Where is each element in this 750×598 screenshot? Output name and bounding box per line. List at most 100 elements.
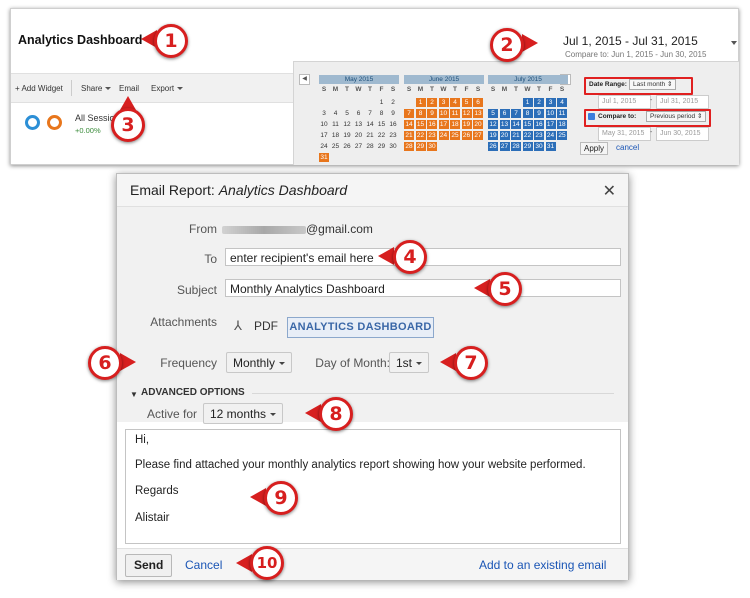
apply-button[interactable]: Apply (580, 142, 609, 155)
calendar-day[interactable]: 15 (377, 120, 387, 129)
calendar-day[interactable]: 19 (461, 120, 472, 129)
calendar-day[interactable]: 27 (499, 142, 510, 151)
calendar-day[interactable]: 3 (319, 109, 329, 118)
calendar-day[interactable]: 17 (545, 120, 556, 129)
calendar-day[interactable]: 25 (557, 131, 567, 140)
calendar-day[interactable]: 12 (342, 120, 352, 129)
calendar-day[interactable]: 30 (427, 142, 437, 151)
calendar-day[interactable]: 28 (511, 142, 521, 151)
calendar-day[interactable]: 12 (461, 109, 472, 118)
calendar-day[interactable]: 15 (522, 120, 533, 129)
calendar-day[interactable]: 8 (377, 109, 387, 118)
calendar-day[interactable]: 3 (438, 98, 449, 107)
advanced-toggle-icon[interactable]: ▼ (130, 390, 138, 399)
calendar-day[interactable]: 2 (388, 98, 398, 107)
calendar-day[interactable]: 4 (331, 109, 341, 118)
calendar-day[interactable]: 24 (319, 142, 329, 151)
date-dropdown-icon[interactable] (731, 41, 737, 45)
calendar-day[interactable]: 26 (461, 131, 472, 140)
compare-select[interactable]: Previous period ⇕ (646, 111, 707, 122)
calendar-day[interactable]: 10 (545, 109, 556, 118)
calendar-day[interactable]: 22 (377, 131, 387, 140)
calendar-day[interactable]: 2 (534, 98, 544, 107)
calendar-day[interactable]: 2 (427, 98, 437, 107)
calendar-day[interactable]: 17 (319, 131, 329, 140)
day-of-month-select[interactable]: 1st (389, 352, 430, 373)
send-button[interactable]: Send (125, 554, 173, 577)
calendar-day[interactable]: 11 (331, 120, 341, 129)
calendar-day[interactable]: 4 (557, 98, 567, 107)
close-icon[interactable]: ✕ (603, 181, 616, 201)
calendar-day[interactable]: 16 (427, 120, 437, 129)
message-body[interactable]: Hi, Please find attached your monthly an… (125, 429, 621, 544)
calendar-day[interactable]: 23 (534, 131, 544, 140)
calendar-day[interactable]: 26 (342, 142, 352, 151)
calendar-day[interactable]: 19 (488, 131, 498, 140)
compare-end-input[interactable]: Jun 30, 2015 (656, 127, 709, 141)
calendar-day[interactable]: 8 (522, 109, 533, 118)
calendar-day[interactable]: 30 (388, 142, 398, 151)
calendar-day[interactable]: 1 (377, 98, 387, 107)
calendar-day[interactable]: 22 (522, 131, 533, 140)
add-to-existing-email-link[interactable]: Add to an existing email (479, 558, 606, 572)
calendar-day[interactable]: 5 (488, 109, 498, 118)
export-button[interactable]: Export (151, 84, 184, 93)
calendar-day[interactable]: 11 (450, 109, 460, 118)
calendar-day[interactable]: 15 (415, 120, 426, 129)
calendar-day[interactable]: 9 (534, 109, 544, 118)
start-date-input[interactable]: Jul 1, 2015 (598, 95, 651, 109)
calendar-day[interactable]: 31 (545, 142, 556, 151)
calendar-day[interactable]: 6 (499, 109, 510, 118)
calendar-day[interactable]: 13 (354, 120, 364, 129)
cancel-link[interactable]: Cancel (185, 558, 222, 572)
compare-checkbox[interactable] (588, 113, 595, 120)
calendar-day[interactable]: 7 (511, 109, 521, 118)
calendar-day[interactable]: 20 (354, 131, 364, 140)
calendar-day[interactable]: 28 (365, 142, 375, 151)
calendar-day[interactable]: 7 (404, 109, 414, 118)
picker-cancel-link[interactable]: cancel (616, 143, 639, 152)
add-widget-button[interactable]: + Add Widget (15, 84, 63, 93)
active-for-select[interactable]: 12 months (203, 403, 284, 424)
calendar-day[interactable]: 20 (473, 120, 483, 129)
calendar-day[interactable]: 17 (438, 120, 449, 129)
calendar-day[interactable]: 27 (473, 131, 483, 140)
date-range-select[interactable]: Last month ⇕ (629, 79, 677, 90)
calendar-day[interactable]: 5 (461, 98, 472, 107)
calendar-day[interactable]: 9 (388, 109, 398, 118)
calendar-day[interactable]: 21 (365, 131, 375, 140)
calendar-day[interactable]: 14 (365, 120, 375, 129)
calendar-day[interactable]: 10 (319, 120, 329, 129)
prev-month-icon[interactable]: ◀ (299, 74, 310, 85)
calendar-day[interactable]: 29 (415, 142, 426, 151)
calendar-day[interactable]: 30 (534, 142, 544, 151)
calendar-day[interactable]: 21 (404, 131, 414, 140)
date-range-display[interactable]: Jul 1, 2015 - Jul 31, 2015 (563, 34, 698, 48)
calendar-day[interactable]: 16 (388, 120, 398, 129)
calendar-day[interactable]: 26 (488, 142, 498, 151)
calendar-day[interactable]: 18 (331, 131, 341, 140)
calendar-day[interactable]: 24 (545, 131, 556, 140)
end-date-input[interactable]: Jul 31, 2015 (656, 95, 709, 109)
calendar-day[interactable]: 1 (415, 98, 426, 107)
subject-input[interactable]: Monthly Analytics Dashboard (225, 279, 621, 297)
calendar-day[interactable]: 27 (354, 142, 364, 151)
attachment-chip[interactable]: ANALYTICS DASHBOARD (287, 317, 434, 338)
calendar-day[interactable]: 23 (427, 131, 437, 140)
calendar-day[interactable]: 10 (438, 109, 449, 118)
calendar-day[interactable]: 28 (404, 142, 414, 151)
calendar-day[interactable]: 11 (557, 109, 567, 118)
calendar-day[interactable]: 6 (473, 98, 483, 107)
calendar-day[interactable]: 1 (522, 98, 533, 107)
calendar-day[interactable]: 25 (331, 142, 341, 151)
calendar-day[interactable]: 4 (450, 98, 460, 107)
advanced-options-heading[interactable]: ADVANCED OPTIONS (141, 387, 245, 398)
calendar-day[interactable]: 5 (342, 109, 352, 118)
calendar-day[interactable]: 25 (450, 131, 460, 140)
calendar-day[interactable]: 6 (354, 109, 364, 118)
calendar-day[interactable]: 18 (557, 120, 567, 129)
calendar-day[interactable]: 7 (365, 109, 375, 118)
calendar-day[interactable]: 31 (319, 153, 329, 162)
calendar-day[interactable]: 29 (522, 142, 533, 151)
calendar-day[interactable]: 20 (499, 131, 510, 140)
